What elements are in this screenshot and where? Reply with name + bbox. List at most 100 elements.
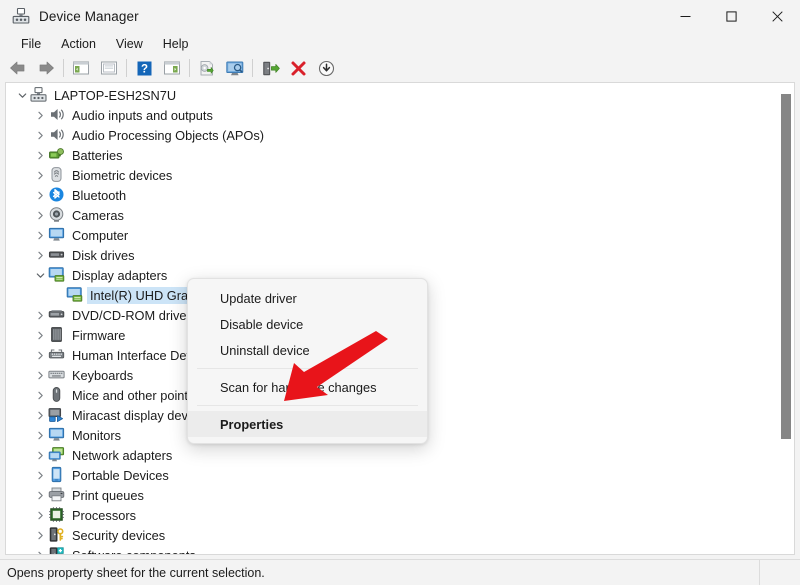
tree-item-label: Audio inputs and outputs [72,107,213,123]
menu-bar: File Action View Help [0,32,800,55]
printer-icon [48,486,66,504]
battery-icon [48,146,66,164]
tree-item[interactable]: Print queues [6,485,778,505]
tree-item-label: Print queues [72,487,144,503]
tree-item-label: Computer [72,227,129,243]
chevron-right-icon[interactable] [32,405,48,425]
tree-item[interactable]: Bluetooth [6,185,778,205]
chevron-right-icon[interactable] [32,345,48,365]
context-menu-item-scan-for-hardware-changes[interactable]: Scan for hardware changes [188,374,427,400]
back-icon[interactable] [4,56,32,80]
chevron-down-icon[interactable] [14,85,30,105]
tree-item-label: DVD/CD-ROM drives [72,307,193,323]
tree-item[interactable]: Disk drives [6,245,778,265]
toolbar-separator [63,59,64,77]
show-hide-console-tree-icon[interactable] [67,56,95,80]
tree-item[interactable]: Audio Processing Objects (APOs) [6,125,778,145]
status-bar: Opens property sheet for the current sel… [0,559,800,585]
scan-for-hardware-changes-icon[interactable] [221,56,249,80]
tree-item-label: Processors [72,507,137,523]
menu-help[interactable]: Help [153,35,199,53]
tree-item-label: Cameras [72,207,124,223]
tree-item-label: Portable Devices [72,467,169,483]
chevron-right-icon[interactable] [32,545,48,554]
chevron-right-icon[interactable] [32,365,48,385]
chevron-right-icon[interactable] [32,445,48,465]
processor-icon [48,506,66,524]
menu-view[interactable]: View [106,35,153,53]
chevron-right-icon[interactable] [32,205,48,225]
tree-item-label: Software components [72,547,196,555]
toolbar: ? [0,55,800,81]
help-icon[interactable]: ? [130,56,158,80]
context-menu-item-update-driver[interactable]: Update driver [188,285,427,311]
tree-item[interactable]: LAPTOP-ESH2SN7U [6,85,778,105]
status-grip [759,560,800,585]
chevron-right-icon[interactable] [32,165,48,185]
tree-item[interactable]: Portable Devices [6,465,778,485]
uninstall-device-icon[interactable] [284,56,312,80]
scrollbar-thumb[interactable] [781,94,791,439]
tree-item[interactable]: Processors [6,505,778,525]
chevron-right-icon[interactable] [32,105,48,125]
display-adapter-icon [66,286,84,304]
context-menu-separator [197,405,418,406]
tree-item-label: LAPTOP-ESH2SN7U [54,87,177,103]
context-menu-item-disable-device[interactable]: Disable device [188,311,427,337]
tree-item-label: Disk drives [72,247,135,263]
chevron-right-icon[interactable] [32,305,48,325]
toolbar-separator [252,59,253,77]
keyboard-icon [48,366,66,384]
forward-icon[interactable] [32,56,60,80]
tree-item[interactable]: Computer [6,225,778,245]
chevron-right-icon[interactable] [32,505,48,525]
tree-item[interactable]: Security devices [6,525,778,545]
context-menu[interactable]: Update driver Disable device Uninstall dev… [187,278,428,444]
chevron-right-icon[interactable] [32,125,48,145]
mouse-icon [48,386,66,404]
tree-item[interactable]: Network adapters [6,445,778,465]
menu-action[interactable]: Action [51,35,106,53]
menu-file[interactable]: File [11,35,51,53]
properties-icon[interactable] [95,56,123,80]
tree-item-label: Batteries [72,147,123,163]
chevron-right-icon[interactable] [32,385,48,405]
chevron-right-icon[interactable] [32,225,48,245]
tree-item-label: Audio Processing Objects (APOs) [72,127,265,143]
software-component-icon [48,546,66,554]
show-hide-action-pane-icon[interactable] [158,56,186,80]
toolbar-separator [126,59,127,77]
chevron-right-icon[interactable] [32,465,48,485]
tree-item[interactable]: Cameras [6,205,778,225]
computer-root-icon [30,86,48,104]
tree-item[interactable]: Batteries [6,145,778,165]
context-menu-item-properties[interactable]: Properties [188,411,427,437]
window-title: Device Manager [39,8,139,24]
display-adapter-icon [48,266,66,284]
chevron-right-icon[interactable] [32,485,48,505]
chevron-right-icon[interactable] [32,325,48,345]
dvd-drive-icon [48,306,66,324]
install-legacy-hardware-icon[interactable] [312,56,340,80]
disk-drive-icon [48,246,66,264]
update-driver-icon[interactable] [193,56,221,80]
fingerprint-icon [48,166,66,184]
tree-item[interactable]: Audio inputs and outputs [6,105,778,125]
chevron-right-icon[interactable] [32,245,48,265]
minimize-button[interactable] [662,0,708,32]
vertical-scrollbar[interactable] [778,83,794,554]
chevron-right-icon[interactable] [32,145,48,165]
chevron-right-icon[interactable] [32,425,48,445]
context-menu-item-uninstall-device[interactable]: Uninstall device [188,337,427,363]
bluetooth-icon [48,186,66,204]
tree-item[interactable]: Biometric devices [6,165,778,185]
maximize-button[interactable] [708,0,754,32]
chevron-right-icon[interactable] [32,525,48,545]
close-button[interactable] [754,0,800,32]
chevron-down-icon[interactable] [32,265,48,285]
enable-device-icon[interactable] [256,56,284,80]
toolbar-separator [189,59,190,77]
speaker-icon [48,106,66,124]
chevron-right-icon[interactable] [32,185,48,205]
tree-item[interactable]: Software components [6,545,778,555]
